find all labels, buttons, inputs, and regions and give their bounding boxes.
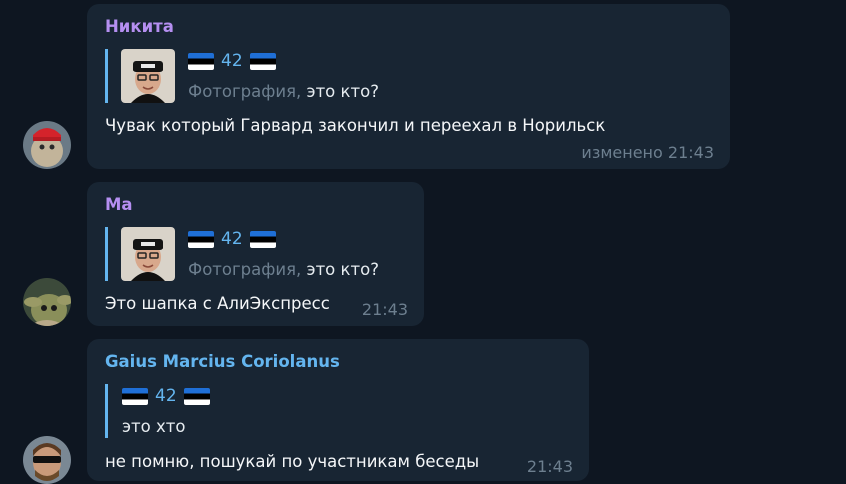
reply-snippet: это кто? — [306, 82, 379, 101]
message-time: 21:43 — [361, 300, 408, 319]
message-text: Чувак который Гарвард закончил и перееха… — [105, 116, 606, 135]
message-text: Это шапка с АлиЭкспресс — [105, 294, 330, 313]
photo-thumbnail[interactable] — [121, 49, 175, 103]
reply-snippet: это кто? — [306, 260, 379, 279]
reply-text: Фотография, это кто? — [188, 260, 379, 279]
sender-name[interactable]: Ма — [105, 195, 133, 214]
reply-quote[interactable]: 42 это хто — [105, 384, 308, 438]
estonia-flag-icon — [188, 230, 214, 248]
reply-quote[interactable]: 42 Фотография, это кто? — [105, 49, 408, 103]
reply-author: 42 — [155, 386, 177, 406]
reply-snippet: это хто — [122, 417, 186, 436]
message-bubble[interactable]: Никита 42 Фотография, это кто? Чувак кот… — [87, 4, 730, 169]
reply-media-kind: Фотография — [188, 260, 297, 279]
message-bubble[interactable]: Gaius Marcius Coriolanus 42 это хто не п… — [87, 339, 589, 481]
reply-quote[interactable]: 42 Фотография, это кто? — [105, 227, 398, 281]
message-time: изменено 21:43 — [581, 143, 714, 162]
message-bubble[interactable]: Ма 42 Фотография, это кто? Это шапка с А… — [87, 182, 424, 326]
message-time: 21:43 — [526, 457, 573, 476]
estonia-flag-icon — [183, 387, 210, 405]
reply-author: 42 — [221, 51, 243, 71]
reply-text: это хто — [122, 417, 185, 436]
avatar-nikita[interactable] — [23, 121, 71, 169]
reply-title: 42 — [188, 229, 276, 249]
reply-title: 42 — [188, 51, 276, 71]
estonia-flag-icon — [188, 52, 214, 70]
avatar-gaius[interactable] — [23, 436, 71, 484]
estonia-flag-icon — [122, 387, 148, 405]
reply-author: 42 — [221, 229, 243, 249]
estonia-flag-icon — [249, 52, 276, 70]
avatar-ma[interactable] — [23, 278, 71, 326]
sender-name[interactable]: Никита — [105, 17, 174, 36]
reply-media-kind: Фотография — [188, 82, 297, 101]
sender-name[interactable]: Gaius Marcius Coriolanus — [105, 352, 340, 371]
photo-thumbnail[interactable] — [121, 227, 175, 281]
reply-text: Фотография, это кто? — [188, 82, 379, 101]
message-text: не помню, пошукай по участникам беседы — [105, 452, 480, 471]
estonia-flag-icon — [249, 230, 276, 248]
reply-title: 42 — [122, 386, 210, 406]
